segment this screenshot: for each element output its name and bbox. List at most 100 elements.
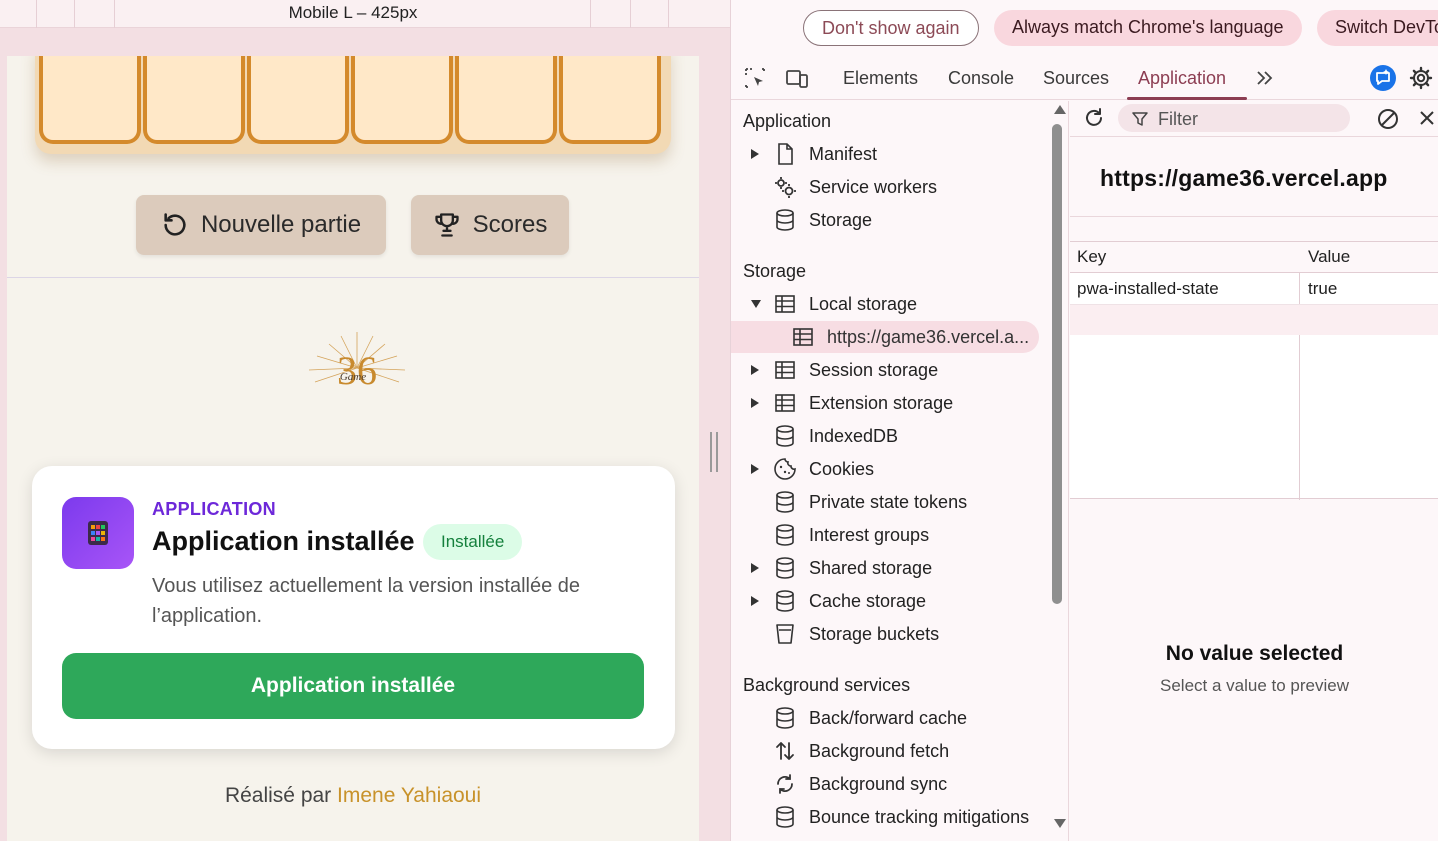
scores-button[interactable]: Scores bbox=[411, 195, 569, 255]
column-header-key[interactable]: Key bbox=[1077, 247, 1106, 267]
table-row[interactable]: pwa-installed-state true bbox=[1070, 274, 1438, 305]
panel-resize-handle[interactable] bbox=[708, 432, 720, 472]
sidebar-item-label: Manifest bbox=[809, 143, 878, 164]
ai-assistant-icon[interactable] bbox=[1369, 64, 1397, 92]
sidebar-item-label: IndexedDB bbox=[809, 425, 899, 446]
tab-elements[interactable]: Elements bbox=[843, 68, 918, 89]
active-tab-indicator bbox=[1127, 97, 1247, 100]
sidebar-item-session-storage[interactable]: Session storage bbox=[731, 354, 1041, 386]
database-icon bbox=[776, 425, 794, 447]
language-infobar: Don't show again Always match Chrome's l… bbox=[731, 0, 1438, 56]
filter-funnel-icon bbox=[1132, 112, 1148, 126]
row-value[interactable]: true bbox=[1308, 279, 1337, 299]
sidebar-item-label: Interest groups bbox=[809, 524, 930, 545]
sidebar-item-cache-storage[interactable]: Cache storage bbox=[731, 585, 1041, 617]
preview-empty-subtitle: Select a value to preview bbox=[1160, 676, 1349, 695]
sidebar-item-label: Private state tokens bbox=[809, 491, 968, 512]
sidebar-item-local-storage[interactable]: Local storage bbox=[731, 288, 1041, 320]
table-header-row: Key Value bbox=[1070, 242, 1438, 273]
tab-console[interactable]: Console bbox=[948, 68, 1014, 89]
game36-logo: 36 Game bbox=[308, 332, 406, 393]
sidebar-item-storage-overview[interactable]: Storage bbox=[731, 204, 1041, 236]
scroll-down-arrow-icon[interactable] bbox=[1054, 819, 1066, 829]
column-header-value[interactable]: Value bbox=[1308, 247, 1350, 267]
always-match-language-button[interactable]: Always match Chrome's language bbox=[994, 10, 1302, 46]
database-icon bbox=[776, 707, 794, 729]
refresh-icon[interactable] bbox=[1082, 106, 1106, 130]
sidebar-item-label: https://game36.vercel.a... bbox=[827, 326, 1030, 347]
sidebar-item-private-state-tokens[interactable]: Private state tokens bbox=[731, 486, 1041, 518]
card-title: Application installée bbox=[152, 526, 415, 556]
expand-arrow-icon[interactable] bbox=[751, 354, 761, 386]
sidebar-item-label: Cache storage bbox=[809, 590, 927, 611]
tab-application[interactable]: Application bbox=[1138, 68, 1226, 89]
phone-grid-icon bbox=[88, 521, 108, 545]
table-row-empty[interactable] bbox=[1070, 305, 1438, 335]
table-grid-icon bbox=[775, 295, 795, 313]
sync-icon bbox=[777, 774, 793, 794]
sidebar-item-shared-storage[interactable]: Shared storage bbox=[731, 552, 1041, 584]
sidebar-item-label: Storage bbox=[809, 209, 873, 230]
sidebar-item-service-workers[interactable]: Service workers bbox=[731, 171, 1041, 203]
card-description: Vous utilisez actuellement la version in… bbox=[152, 575, 581, 627]
sidebar-item-back-forward-cache[interactable]: Back/forward cache bbox=[731, 702, 1041, 734]
new-game-label: Nouvelle partie bbox=[200, 211, 362, 238]
expand-arrow-icon[interactable] bbox=[751, 552, 761, 584]
expand-arrow-icon[interactable] bbox=[751, 585, 761, 617]
settings-gear-icon[interactable] bbox=[1409, 66, 1433, 90]
scores-label: Scores bbox=[472, 211, 548, 238]
section-header-storage: Storage bbox=[743, 261, 807, 281]
sidebar-item-label: Service workers bbox=[809, 176, 938, 197]
credit-author[interactable]: Imene Yahiaoui bbox=[337, 784, 481, 807]
installed-button[interactable]: Application installée bbox=[62, 653, 644, 719]
close-icon[interactable] bbox=[1418, 109, 1436, 127]
switch-devtools-language-button[interactable]: Switch DevTo bbox=[1317, 10, 1438, 46]
board-cell[interactable] bbox=[143, 56, 245, 144]
device-toolbar-icon[interactable] bbox=[785, 66, 809, 90]
scroll-up-arrow-icon[interactable] bbox=[1054, 104, 1066, 114]
table-grid-icon bbox=[775, 394, 795, 412]
storage-view: Filter https://game36.vercel.app Key Val… bbox=[1070, 101, 1438, 841]
database-icon bbox=[776, 524, 794, 546]
more-tabs-chevron-icon[interactable] bbox=[1253, 66, 1277, 90]
sidebar-item-indexeddb[interactable]: IndexedDB bbox=[731, 420, 1041, 452]
inspect-element-icon[interactable] bbox=[743, 66, 767, 90]
credit-prefix: Réalisé par bbox=[224, 784, 332, 807]
expand-arrow-icon[interactable] bbox=[751, 453, 761, 485]
clear-all-icon[interactable] bbox=[1376, 107, 1400, 131]
sidebar-item-background-sync[interactable]: Background sync bbox=[731, 768, 1041, 800]
expand-arrow-icon[interactable] bbox=[751, 387, 761, 419]
tab-sources[interactable]: Sources bbox=[1043, 68, 1109, 89]
sidebar-item-local-storage-origin[interactable]: https://game36.vercel.a... bbox=[731, 321, 1039, 353]
sidebar-item-extension-storage[interactable]: Extension storage bbox=[731, 387, 1041, 419]
new-game-button[interactable]: Nouvelle partie bbox=[136, 195, 386, 255]
devtools-panel: Don't show again Always match Chrome's l… bbox=[730, 0, 1438, 841]
sidebar-item-label: Cookies bbox=[809, 458, 875, 479]
filter-input[interactable]: Filter bbox=[1118, 104, 1350, 132]
filter-placeholder: Filter bbox=[1158, 109, 1198, 129]
install-status-card: APPLICATION Application installée Instal… bbox=[32, 466, 675, 749]
collapse-arrow-icon[interactable] bbox=[751, 288, 761, 320]
sidebar-item-background-fetch[interactable]: Background fetch bbox=[731, 735, 1041, 767]
board-cell[interactable] bbox=[455, 56, 557, 144]
footer-credit: Réalisé par Imene Yahiaoui bbox=[7, 784, 699, 808]
sidebar-item-storage-buckets[interactable]: Storage buckets bbox=[731, 618, 1041, 650]
app-icon bbox=[62, 497, 134, 569]
sidebar-item-manifest[interactable]: Manifest bbox=[731, 138, 1041, 170]
sidebar-item-label: Back/forward cache bbox=[809, 707, 968, 728]
cookie-icon bbox=[774, 458, 796, 480]
board-cell[interactable] bbox=[559, 56, 661, 144]
gears-icon bbox=[775, 177, 796, 198]
row-key[interactable]: pwa-installed-state bbox=[1077, 279, 1219, 299]
dont-show-again-button[interactable]: Don't show again bbox=[803, 10, 979, 46]
sidebar-item-cookies[interactable]: Cookies bbox=[731, 453, 1041, 485]
sidebar-scroll-thumb[interactable] bbox=[1052, 124, 1062, 604]
divider bbox=[1070, 216, 1438, 217]
sidebar-item-interest-groups[interactable]: Interest groups bbox=[731, 519, 1041, 551]
board-cell[interactable] bbox=[351, 56, 453, 144]
board-cell[interactable] bbox=[247, 56, 349, 144]
board-cell[interactable] bbox=[39, 56, 141, 144]
expand-arrow-icon[interactable] bbox=[751, 138, 761, 170]
sidebar-item-bounce-tracking[interactable]: Bounce tracking mitigations bbox=[731, 801, 1041, 833]
game-board bbox=[35, 56, 671, 154]
